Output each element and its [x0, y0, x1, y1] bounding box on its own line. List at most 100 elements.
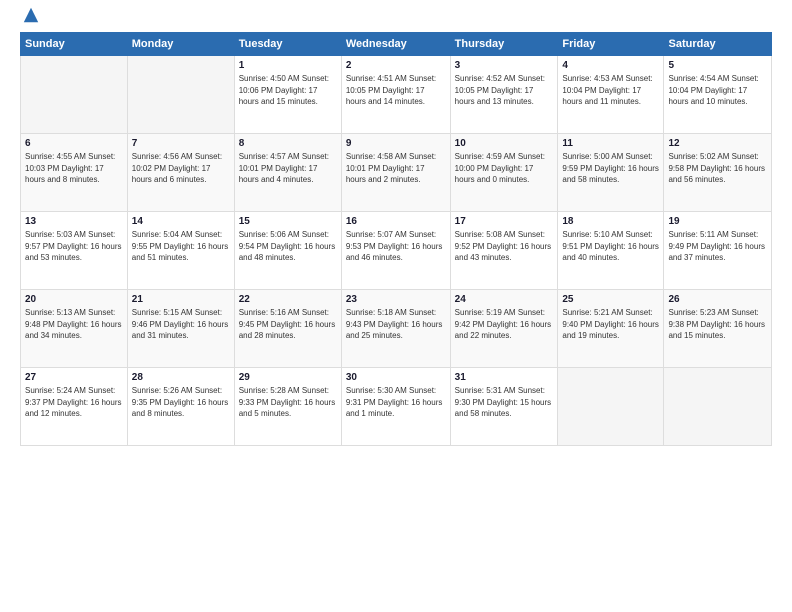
weekday-header-wednesday: Wednesday — [341, 33, 450, 56]
day-detail: Sunrise: 4:55 AM Sunset: 10:03 PM Daylig… — [25, 151, 123, 186]
day-number: 23 — [346, 294, 446, 305]
day-cell: 29 Sunrise: 5:28 AM Sunset: 9:33 PM Dayli… — [234, 368, 341, 446]
day-number: 15 — [239, 216, 337, 227]
day-detail: Sunrise: 4:52 AM Sunset: 10:05 PM Daylig… — [455, 73, 554, 108]
day-number: 3 — [455, 60, 554, 71]
day-cell: 23 Sunrise: 5:18 AM Sunset: 9:43 PM Dayli… — [341, 290, 450, 368]
day-number: 5 — [668, 60, 767, 71]
week-row-2: 6 Sunrise: 4:55 AM Sunset: 10:03 PM Dayli… — [21, 134, 772, 212]
weekday-header-saturday: Saturday — [664, 33, 772, 56]
weekday-header-friday: Friday — [558, 33, 664, 56]
day-cell — [21, 56, 128, 134]
day-detail: Sunrise: 4:59 AM Sunset: 10:00 PM Daylig… — [455, 151, 554, 186]
day-number: 17 — [455, 216, 554, 227]
day-cell: 30 Sunrise: 5:30 AM Sunset: 9:31 PM Dayli… — [341, 368, 450, 446]
day-cell: 5 Sunrise: 4:54 AM Sunset: 10:04 PM Dayli… — [664, 56, 772, 134]
day-number: 11 — [562, 138, 659, 149]
week-row-4: 20 Sunrise: 5:13 AM Sunset: 9:48 PM Dayli… — [21, 290, 772, 368]
day-detail: Sunrise: 5:10 AM Sunset: 9:51 PM Dayligh… — [562, 229, 659, 264]
day-number: 19 — [668, 216, 767, 227]
day-detail: Sunrise: 5:04 AM Sunset: 9:55 PM Dayligh… — [132, 229, 230, 264]
day-cell: 31 Sunrise: 5:31 AM Sunset: 9:30 PM Dayli… — [450, 368, 558, 446]
day-detail: Sunrise: 5:11 AM Sunset: 9:49 PM Dayligh… — [668, 229, 767, 264]
day-number: 22 — [239, 294, 337, 305]
day-detail: Sunrise: 4:50 AM Sunset: 10:06 PM Daylig… — [239, 73, 337, 108]
day-cell: 16Sunrise: 5:07 AM Sunset: 9:53 PM Dayli… — [341, 212, 450, 290]
day-number: 21 — [132, 294, 230, 305]
page: SundayMondayTuesdayWednesdayThursdayFrid… — [0, 0, 792, 612]
weekday-header-monday: Monday — [127, 33, 234, 56]
day-number: 31 — [455, 372, 554, 383]
day-cell: 7Sunrise: 4:56 AM Sunset: 10:02 PM Dayli… — [127, 134, 234, 212]
day-number: 12 — [668, 138, 767, 149]
day-number: 2 — [346, 60, 446, 71]
day-number: 4 — [562, 60, 659, 71]
day-cell: 21 Sunrise: 5:15 AM Sunset: 9:46 PM Dayli… — [127, 290, 234, 368]
day-detail: Sunrise: 5:31 AM Sunset: 9:30 PM Dayligh… — [455, 385, 554, 420]
day-detail: Sunrise: 5:23 AM Sunset: 9:38 PM Dayligh… — [668, 307, 767, 342]
weekday-header-sunday: Sunday — [21, 33, 128, 56]
day-number: 28 — [132, 372, 230, 383]
day-number: 30 — [346, 372, 446, 383]
day-detail: Sunrise: 5:30 AM Sunset: 9:31 PM Dayligh… — [346, 385, 446, 420]
weekday-header-tuesday: Tuesday — [234, 33, 341, 56]
day-detail: Sunrise: 4:57 AM Sunset: 10:01 PM Daylig… — [239, 151, 337, 186]
calendar: SundayMondayTuesdayWednesdayThursdayFrid… — [20, 32, 772, 446]
weekday-header-row: SundayMondayTuesdayWednesdayThursdayFrid… — [21, 33, 772, 56]
day-cell: 14 Sunrise: 5:04 AM Sunset: 9:55 PM Dayli… — [127, 212, 234, 290]
day-number: 24 — [455, 294, 554, 305]
weekday-header-thursday: Thursday — [450, 33, 558, 56]
day-detail: Sunrise: 5:24 AM Sunset: 9:37 PM Dayligh… — [25, 385, 123, 420]
day-detail: Sunrise: 4:53 AM Sunset: 10:04 PM Daylig… — [562, 73, 659, 108]
day-detail: Sunrise: 4:54 AM Sunset: 10:04 PM Daylig… — [668, 73, 767, 108]
day-number: 6 — [25, 138, 123, 149]
day-cell: 20 Sunrise: 5:13 AM Sunset: 9:48 PM Dayli… — [21, 290, 128, 368]
day-cell: 26 Sunrise: 5:23 AM Sunset: 9:38 PM Dayli… — [664, 290, 772, 368]
day-cell: 28Sunrise: 5:26 AM Sunset: 9:35 PM Dayli… — [127, 368, 234, 446]
day-detail: Sunrise: 5:13 AM Sunset: 9:48 PM Dayligh… — [25, 307, 123, 342]
day-detail: Sunrise: 5:07 AM Sunset: 9:53 PM Dayligh… — [346, 229, 446, 264]
day-detail: Sunrise: 5:19 AM Sunset: 9:42 PM Dayligh… — [455, 307, 554, 342]
day-number: 25 — [562, 294, 659, 305]
day-detail: Sunrise: 5:06 AM Sunset: 9:54 PM Dayligh… — [239, 229, 337, 264]
day-number: 29 — [239, 372, 337, 383]
day-detail: Sunrise: 5:03 AM Sunset: 9:57 PM Dayligh… — [25, 229, 123, 264]
day-cell: 12Sunrise: 5:02 AM Sunset: 9:58 PM Dayli… — [664, 134, 772, 212]
day-cell: 2 Sunrise: 4:51 AM Sunset: 10:05 PM Dayli… — [341, 56, 450, 134]
day-cell: 3 Sunrise: 4:52 AM Sunset: 10:05 PM Dayli… — [450, 56, 558, 134]
day-detail: Sunrise: 4:58 AM Sunset: 10:01 PM Daylig… — [346, 151, 446, 186]
day-cell: 11 Sunrise: 5:00 AM Sunset: 9:59 PM Dayli… — [558, 134, 664, 212]
day-cell: 18 Sunrise: 5:10 AM Sunset: 9:51 PM Dayli… — [558, 212, 664, 290]
day-number: 10 — [455, 138, 554, 149]
day-number: 26 — [668, 294, 767, 305]
day-number: 13 — [25, 216, 123, 227]
day-detail: Sunrise: 5:15 AM Sunset: 9:46 PM Dayligh… — [132, 307, 230, 342]
day-cell: 9Sunrise: 4:58 AM Sunset: 10:01 PM Dayli… — [341, 134, 450, 212]
day-cell — [558, 368, 664, 446]
day-number: 18 — [562, 216, 659, 227]
logo-icon — [22, 6, 40, 24]
day-cell: 4 Sunrise: 4:53 AM Sunset: 10:04 PM Dayli… — [558, 56, 664, 134]
week-row-3: 13 Sunrise: 5:03 AM Sunset: 9:57 PM Dayli… — [21, 212, 772, 290]
day-cell: 25 Sunrise: 5:21 AM Sunset: 9:40 PM Dayli… — [558, 290, 664, 368]
day-detail: Sunrise: 4:56 AM Sunset: 10:02 PM Daylig… — [132, 151, 230, 186]
day-number: 20 — [25, 294, 123, 305]
day-cell: 27Sunrise: 5:24 AM Sunset: 9:37 PM Dayli… — [21, 368, 128, 446]
day-detail: Sunrise: 5:28 AM Sunset: 9:33 PM Dayligh… — [239, 385, 337, 420]
day-cell: 17 Sunrise: 5:08 AM Sunset: 9:52 PM Dayli… — [450, 212, 558, 290]
day-detail: Sunrise: 5:18 AM Sunset: 9:43 PM Dayligh… — [346, 307, 446, 342]
logo — [20, 16, 40, 24]
day-detail: Sunrise: 5:21 AM Sunset: 9:40 PM Dayligh… — [562, 307, 659, 342]
day-cell: 6 Sunrise: 4:55 AM Sunset: 10:03 PM Dayli… — [21, 134, 128, 212]
day-cell: 13 Sunrise: 5:03 AM Sunset: 9:57 PM Dayli… — [21, 212, 128, 290]
day-cell: 24 Sunrise: 5:19 AM Sunset: 9:42 PM Dayli… — [450, 290, 558, 368]
day-detail: Sunrise: 5:08 AM Sunset: 9:52 PM Dayligh… — [455, 229, 554, 264]
day-number: 14 — [132, 216, 230, 227]
day-detail: Sunrise: 4:51 AM Sunset: 10:05 PM Daylig… — [346, 73, 446, 108]
day-number: 1 — [239, 60, 337, 71]
day-detail: Sunrise: 5:16 AM Sunset: 9:45 PM Dayligh… — [239, 307, 337, 342]
week-row-5: 27Sunrise: 5:24 AM Sunset: 9:37 PM Dayli… — [21, 368, 772, 446]
day-number: 8 — [239, 138, 337, 149]
week-row-1: 1 Sunrise: 4:50 AM Sunset: 10:06 PM Dayli… — [21, 56, 772, 134]
day-detail: Sunrise: 5:00 AM Sunset: 9:59 PM Dayligh… — [562, 151, 659, 186]
